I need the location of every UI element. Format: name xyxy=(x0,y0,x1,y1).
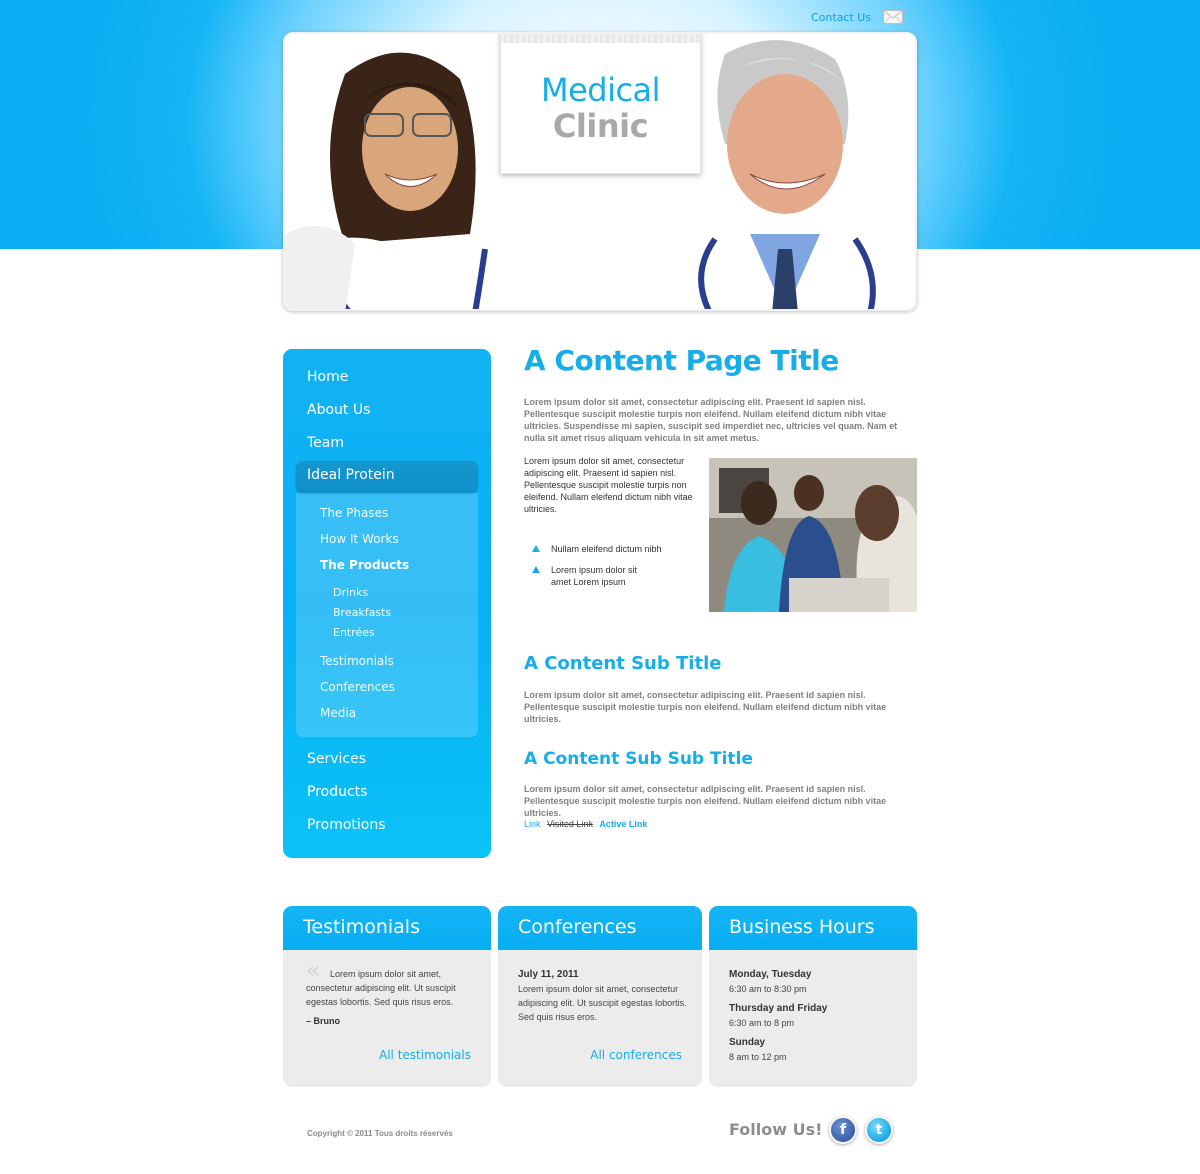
sub-paragraph: Lorem ipsum dolor sit amet, consectetur … xyxy=(524,690,887,724)
page-title: A Content Page Title xyxy=(524,344,839,377)
hours-time: 6:30 am to 8 pm xyxy=(729,1018,795,1028)
bullet-item: Nullam eleifend dictum nibh xyxy=(532,543,702,555)
hours-day: Thursday and Friday xyxy=(729,1003,828,1014)
subnav-entrees[interactable]: Entrées xyxy=(333,626,375,639)
facebook-icon[interactable]: f xyxy=(829,1116,857,1144)
logo-strip xyxy=(501,34,700,43)
subnav-drinks[interactable]: Drinks xyxy=(333,586,368,599)
testimonials-box-title: Testimonials xyxy=(283,906,491,950)
sample-visited-link[interactable]: Visited Link xyxy=(547,819,593,829)
subnav-breakfasts[interactable]: Breakfasts xyxy=(333,606,391,619)
nav-services[interactable]: Services xyxy=(307,751,366,767)
bullet-text: Nullam eleifend dictum nibh xyxy=(551,544,662,554)
conference-date: July 11, 2011 xyxy=(518,969,579,980)
sub-title: A Content Sub Title xyxy=(524,653,722,674)
conferences-box-title: Conferences xyxy=(498,906,702,950)
testimonial-quote: Lorem ipsum dolor sit amet, consectetur … xyxy=(306,969,456,1007)
intro-paragraph: Lorem ipsum dolor sit amet, consectetur … xyxy=(524,397,898,443)
side-paragraph: Lorem ipsum dolor sit amet, consectetur … xyxy=(524,456,693,514)
twitter-icon[interactable]: t xyxy=(865,1116,893,1144)
subnav-how-it-works[interactable]: How It Works xyxy=(320,532,399,546)
follow-us-label: Follow Us! xyxy=(729,1120,823,1139)
conferences-box: Conferences July 11, 2011 Lorem ipsum do… xyxy=(498,906,702,1087)
logo-clinic: Clinic xyxy=(552,107,649,145)
hours-time: 8 am to 12 pm xyxy=(729,1052,787,1062)
sub-sub-paragraph: Lorem ipsum dolor sit amet, consectetur … xyxy=(524,784,887,818)
nav-products[interactable]: Products xyxy=(307,784,367,800)
consultation-photo xyxy=(709,458,917,612)
subnav-the-phases[interactable]: The Phases xyxy=(320,506,388,520)
subnav-panel: The Phases How It Works The Products Dri… xyxy=(296,493,478,737)
link-samples: Link Visited Link Active Link xyxy=(524,819,651,829)
hours-time: 6:30 am to 8:30 pm xyxy=(729,984,807,994)
mail-icon xyxy=(883,10,904,24)
logo-box[interactable]: Medical Clinic xyxy=(500,34,701,174)
nav-home[interactable]: Home xyxy=(307,369,348,385)
business-hours-box: Business Hours Monday, Tuesday 6:30 am t… xyxy=(709,906,917,1087)
hours-day: Monday, Tuesday xyxy=(729,969,812,980)
bullet-item: Lorem ipsum dolor sit amet Lorem ipsum xyxy=(532,564,652,588)
subnav-media[interactable]: Media xyxy=(320,706,356,720)
sidebar-nav: Home About Us Team Ideal Protein The Pha… xyxy=(283,349,491,858)
triangle-bullet-icon xyxy=(532,545,540,552)
testimonial-author: – Bruno xyxy=(306,1016,341,1026)
business-hours-box-title: Business Hours xyxy=(709,906,917,950)
copyright: Copyright © 2011 Tous droits réservés xyxy=(307,1129,453,1138)
nav-about-us[interactable]: About Us xyxy=(307,402,370,418)
conference-text: Lorem ipsum dolor sit amet, consectetur … xyxy=(518,984,687,1022)
bullet-text: Lorem ipsum dolor sit amet Lorem ipsum xyxy=(551,565,638,587)
hours-row: Sunday 8 am to 12 pm xyxy=(729,1037,787,1062)
contact-us-label: Contact Us xyxy=(811,10,872,24)
sub-sub-title: A Content Sub Sub Title xyxy=(524,749,753,769)
header-banner: Medical Clinic xyxy=(283,32,917,311)
hours-row: Thursday and Friday 6:30 am to 8 pm xyxy=(729,1003,827,1028)
subnav-conferences[interactable]: Conferences xyxy=(320,680,395,694)
bullet-list: Nullam eleifend dictum nibh Lorem ipsum … xyxy=(532,543,702,597)
sample-link[interactable]: Link xyxy=(524,819,541,829)
hours-day: Sunday xyxy=(729,1037,766,1048)
subnav-testimonials[interactable]: Testimonials xyxy=(320,654,394,668)
triangle-bullet-icon xyxy=(532,566,540,573)
nav-promotions[interactable]: Promotions xyxy=(307,817,386,833)
testimonials-box: Testimonials « Lorem ipsum dolor sit ame… xyxy=(283,906,491,1087)
contact-us-link[interactable]: Contact Us xyxy=(811,8,904,26)
all-testimonials-link[interactable]: All testimonials xyxy=(379,1048,471,1062)
logo-medical: Medical xyxy=(540,71,661,109)
subnav-the-products[interactable]: The Products xyxy=(320,558,409,572)
sample-active-link[interactable]: Active Link xyxy=(599,819,647,829)
nav-team[interactable]: Team xyxy=(307,435,344,451)
nav-ideal-protein[interactable]: Ideal Protein xyxy=(296,461,478,493)
all-conferences-link[interactable]: All conferences xyxy=(590,1048,682,1062)
hours-row: Monday, Tuesday 6:30 am to 8:30 pm xyxy=(729,969,811,994)
